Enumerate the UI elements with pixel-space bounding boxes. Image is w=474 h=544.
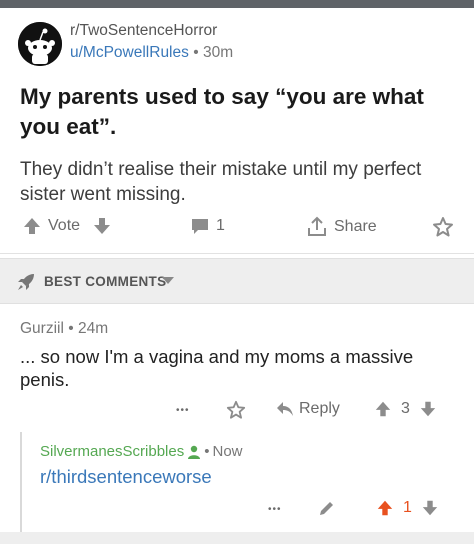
caret-down-icon	[162, 277, 174, 285]
divider	[0, 253, 474, 254]
arrow-down-icon[interactable]	[92, 216, 112, 236]
reply-vote-group: 1	[376, 499, 439, 517]
comment-time: 24m	[77, 320, 109, 337]
reply-time: Now	[212, 443, 243, 460]
arrow-down-icon[interactable]	[421, 499, 439, 517]
comment-score: 3	[401, 400, 410, 417]
reply-author[interactable]: SilvermanesScribbles	[40, 443, 184, 460]
edit-button[interactable]	[318, 499, 336, 517]
meta-separator: •	[68, 320, 74, 337]
star-icon	[432, 216, 454, 238]
save-button[interactable]	[432, 216, 454, 238]
post-time: 30m	[202, 44, 234, 61]
reply-meta: SilvermanesScribbles • Now	[40, 443, 243, 460]
comment-sort-bar[interactable]: BEST COMMENTS	[0, 258, 474, 304]
comments-button[interactable]: 1	[190, 216, 225, 236]
pencil-icon	[318, 499, 336, 517]
arrow-up-icon[interactable]	[376, 499, 394, 517]
vote-group: Vote	[22, 216, 112, 236]
meta-separator: •	[193, 44, 199, 61]
post-title[interactable]: My parents used to say “you are what you…	[20, 82, 460, 142]
comment-count: 1	[216, 217, 225, 234]
status-bar	[0, 0, 474, 8]
reply-score: 1	[403, 499, 412, 516]
comment-bubble-icon	[190, 216, 210, 236]
save-button[interactable]	[226, 400, 246, 420]
meta-separator: •	[204, 443, 210, 460]
share-button[interactable]: Share	[306, 216, 377, 238]
more-options-button[interactable]: •••	[268, 504, 282, 515]
post-header: r/TwoSentenceHorror u/McPowellRules • 30…	[18, 20, 458, 70]
comment-meta: Gurziil • 24m	[20, 320, 108, 338]
arrow-up-icon[interactable]	[22, 216, 42, 236]
post-body: They didn’t realise their mistake until …	[20, 159, 422, 205]
comment-vote-group: 3	[374, 400, 437, 418]
share-label: Share	[334, 218, 377, 235]
arrow-up-icon[interactable]	[374, 400, 392, 418]
snoo-icon[interactable]	[18, 22, 62, 66]
person-icon	[187, 445, 201, 459]
comment-author[interactable]: Gurziil	[20, 320, 64, 337]
footer-bar	[0, 532, 474, 544]
post-meta: u/McPowellRules • 30m	[70, 44, 233, 62]
comment-body: ... so now I'm a vagina and my moms a ma…	[20, 346, 414, 390]
more-options-button[interactable]: •••	[176, 405, 190, 416]
subreddit-link[interactable]: r/TwoSentenceHorror	[70, 22, 217, 40]
share-icon	[306, 216, 328, 238]
reply-label: Reply	[299, 400, 340, 417]
comment-action-bar: ••• Reply 3	[0, 396, 474, 426]
vote-label: Vote	[48, 217, 81, 234]
best-comments-label: BEST COMMENTS	[44, 274, 167, 289]
post-action-bar: Vote 1 Share	[0, 212, 474, 244]
post-author-link[interactable]: u/McPowellRules	[70, 44, 189, 61]
rocket-icon	[16, 272, 36, 292]
subreddit-link[interactable]: r/thirdsentenceworse	[40, 466, 212, 488]
reply-action-bar: ••• 1	[0, 495, 474, 523]
reply-arrow-icon	[276, 401, 294, 417]
arrow-down-icon[interactable]	[419, 400, 437, 418]
star-icon	[226, 400, 246, 420]
reply-button[interactable]: Reply	[276, 400, 340, 418]
